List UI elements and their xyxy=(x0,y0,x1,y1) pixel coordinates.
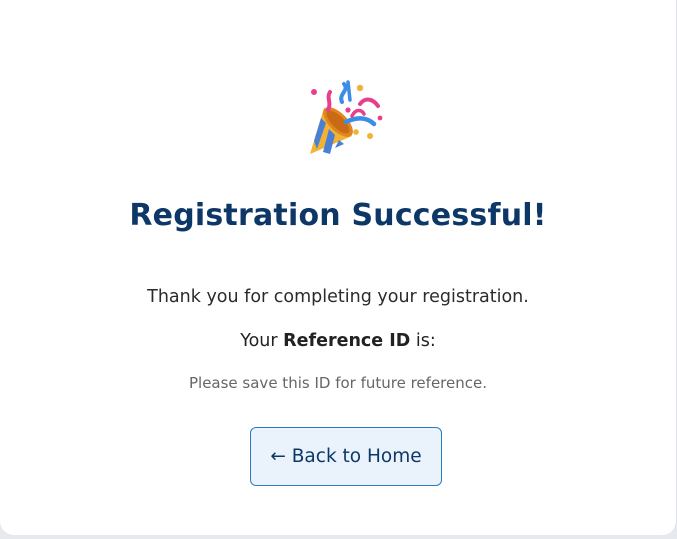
reference-id-line: Your Reference ID is: xyxy=(0,331,676,351)
reference-suffix: is: xyxy=(415,331,436,351)
back-to-home-button[interactable]: ← Back to Home xyxy=(250,427,442,486)
thank-you-message: Thank you for completing your registrati… xyxy=(147,287,529,307)
save-id-note: Please save this ID for future reference… xyxy=(188,374,487,392)
page-title: Registration Successful! xyxy=(129,198,547,233)
success-card: Registration Successful! Thank you for c… xyxy=(0,0,677,535)
party-popper-icon xyxy=(310,80,383,154)
reference-prefix: Your xyxy=(240,331,278,351)
reference-id-label: Reference ID xyxy=(283,331,411,351)
